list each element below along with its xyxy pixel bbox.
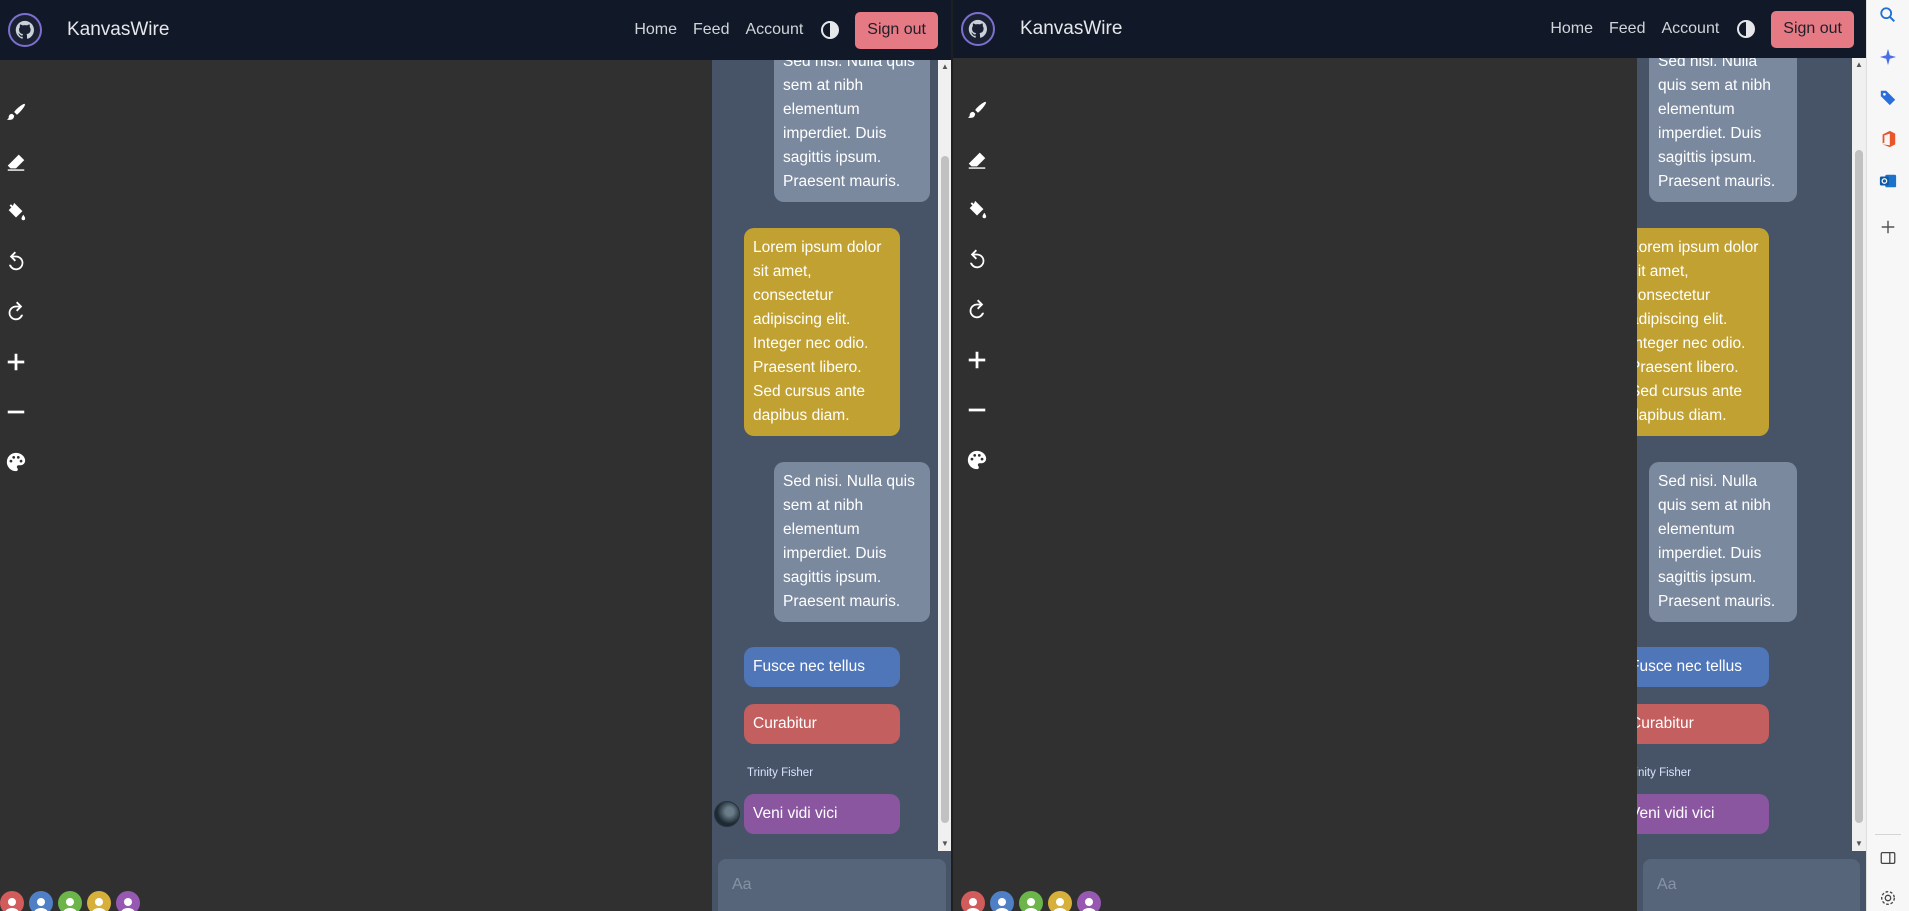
chat-message: Lorem ipsum dolor sit amet, consectetur … bbox=[744, 228, 900, 436]
navbar: KanvasWire Home Feed Account Sign out bbox=[0, 0, 952, 60]
theme-toggle-icon[interactable] bbox=[1736, 19, 1756, 39]
brand-name[interactable]: KanvasWire bbox=[67, 19, 169, 41]
online-users bbox=[961, 891, 1106, 911]
message-composer bbox=[718, 859, 946, 911]
message-list: Sed nisi. Nulla quis sem at nibh element… bbox=[1637, 58, 1852, 851]
left-window: KanvasWire Home Feed Account Sign out Se… bbox=[0, 0, 952, 911]
undo-icon[interactable] bbox=[965, 248, 989, 272]
chat-message: Sed nisi. Nulla quis sem at nibh element… bbox=[1649, 462, 1797, 622]
settings-icon[interactable] bbox=[1877, 887, 1899, 909]
browser-sidebar bbox=[1866, 0, 1909, 911]
user-avatar[interactable] bbox=[0, 891, 24, 911]
message-input[interactable] bbox=[1643, 859, 1860, 911]
nav-home-link[interactable]: Home bbox=[1550, 20, 1593, 38]
scroll-thumb[interactable] bbox=[941, 156, 949, 823]
chat-scrollbar[interactable]: ▲ ▼ bbox=[938, 60, 952, 851]
chat-message: Sed nisi. Nulla quis sem at nibh element… bbox=[1649, 58, 1797, 202]
user-avatar[interactable] bbox=[1077, 891, 1101, 911]
message-sender-name: Trinity Fisher bbox=[1637, 767, 1692, 779]
scroll-down-arrow-icon[interactable]: ▼ bbox=[1852, 837, 1866, 851]
fill-bucket-icon[interactable] bbox=[4, 200, 28, 224]
copilot-icon[interactable] bbox=[1877, 46, 1899, 68]
github-logo-icon[interactable] bbox=[961, 12, 995, 46]
sign-out-button[interactable]: Sign out bbox=[1771, 10, 1854, 48]
user-avatar[interactable] bbox=[87, 891, 111, 911]
user-avatar[interactable] bbox=[116, 891, 140, 911]
office-icon[interactable] bbox=[1877, 128, 1899, 150]
tag-icon[interactable] bbox=[1877, 86, 1899, 108]
zoom-out-icon[interactable] bbox=[4, 400, 28, 424]
online-users bbox=[0, 891, 145, 911]
brush-icon[interactable] bbox=[4, 100, 28, 124]
fill-bucket-icon[interactable] bbox=[965, 198, 989, 222]
user-avatar[interactable] bbox=[990, 891, 1014, 911]
scroll-up-arrow-icon[interactable]: ▲ bbox=[1852, 58, 1866, 72]
chat-panel: Sed nisi. Nulla quis sem at nibh element… bbox=[712, 60, 952, 911]
drawing-toolbar bbox=[965, 98, 989, 498]
chat-message: Fusce nec tellus bbox=[744, 647, 900, 687]
sidebar-divider bbox=[1875, 834, 1901, 835]
redo-icon[interactable] bbox=[965, 298, 989, 322]
message-input[interactable] bbox=[718, 859, 946, 911]
github-logo-icon[interactable] bbox=[8, 13, 42, 47]
nav-account-link[interactable]: Account bbox=[745, 21, 803, 39]
chat-message: Sed nisi. Nulla quis sem at nibh element… bbox=[774, 462, 930, 622]
chat-message: Fusce nec tellus bbox=[1637, 647, 1769, 687]
nav-feed-link[interactable]: Feed bbox=[1609, 20, 1645, 38]
right-window: KanvasWire Home Feed Account Sign out Se… bbox=[953, 0, 1866, 911]
chat-message: Veni vidi vici bbox=[744, 794, 900, 834]
sender-avatar[interactable] bbox=[714, 801, 740, 827]
message-sender-name: Trinity Fisher bbox=[747, 767, 814, 779]
eraser-icon[interactable] bbox=[965, 148, 989, 172]
brush-icon[interactable] bbox=[965, 98, 989, 122]
scroll-down-arrow-icon[interactable]: ▼ bbox=[938, 837, 952, 851]
zoom-out-icon[interactable] bbox=[965, 398, 989, 422]
nav-home-link[interactable]: Home bbox=[634, 21, 677, 39]
palette-icon[interactable] bbox=[965, 448, 989, 472]
chat-message: Lorem ipsum dolor sit amet, consectetur … bbox=[1637, 228, 1769, 436]
nav-feed-link[interactable]: Feed bbox=[693, 21, 729, 39]
zoom-in-icon[interactable] bbox=[965, 348, 989, 372]
screen: KanvasWire Home Feed Account Sign out Se… bbox=[0, 0, 1909, 911]
split-screen-icon[interactable] bbox=[1877, 847, 1899, 869]
undo-icon[interactable] bbox=[4, 250, 28, 274]
user-avatar[interactable] bbox=[1019, 891, 1043, 911]
redo-icon[interactable] bbox=[4, 300, 28, 324]
user-avatar[interactable] bbox=[29, 891, 53, 911]
sign-out-button[interactable]: Sign out bbox=[855, 11, 938, 49]
user-avatar[interactable] bbox=[1048, 891, 1072, 911]
chat-message: Veni vidi vici bbox=[1637, 794, 1769, 834]
user-avatar[interactable] bbox=[961, 891, 985, 911]
chat-message: Curabitur bbox=[744, 704, 900, 744]
brand-name[interactable]: KanvasWire bbox=[1020, 18, 1122, 40]
chat-message: Sed nisi. Nulla quis sem at nibh element… bbox=[774, 60, 930, 202]
message-list: Sed nisi. Nulla quis sem at nibh element… bbox=[712, 60, 938, 851]
outlook-icon[interactable] bbox=[1877, 170, 1899, 192]
eraser-icon[interactable] bbox=[4, 150, 28, 174]
palette-icon[interactable] bbox=[4, 450, 28, 474]
zoom-in-icon[interactable] bbox=[4, 350, 28, 374]
search-icon[interactable] bbox=[1877, 4, 1899, 26]
drawing-toolbar bbox=[4, 100, 28, 500]
scroll-thumb[interactable] bbox=[1855, 150, 1863, 823]
add-icon[interactable] bbox=[1877, 216, 1899, 238]
theme-toggle-icon[interactable] bbox=[820, 20, 840, 40]
message-composer bbox=[1643, 859, 1860, 911]
navbar: KanvasWire Home Feed Account Sign out bbox=[953, 0, 1866, 58]
user-avatar[interactable] bbox=[58, 891, 82, 911]
chat-scrollbar[interactable]: ▲ ▼ bbox=[1852, 58, 1866, 851]
chat-panel: Sed nisi. Nulla quis sem at nibh element… bbox=[1637, 58, 1866, 911]
chat-message: Curabitur bbox=[1637, 704, 1769, 744]
scroll-up-arrow-icon[interactable]: ▲ bbox=[938, 60, 952, 74]
nav-account-link[interactable]: Account bbox=[1661, 20, 1719, 38]
